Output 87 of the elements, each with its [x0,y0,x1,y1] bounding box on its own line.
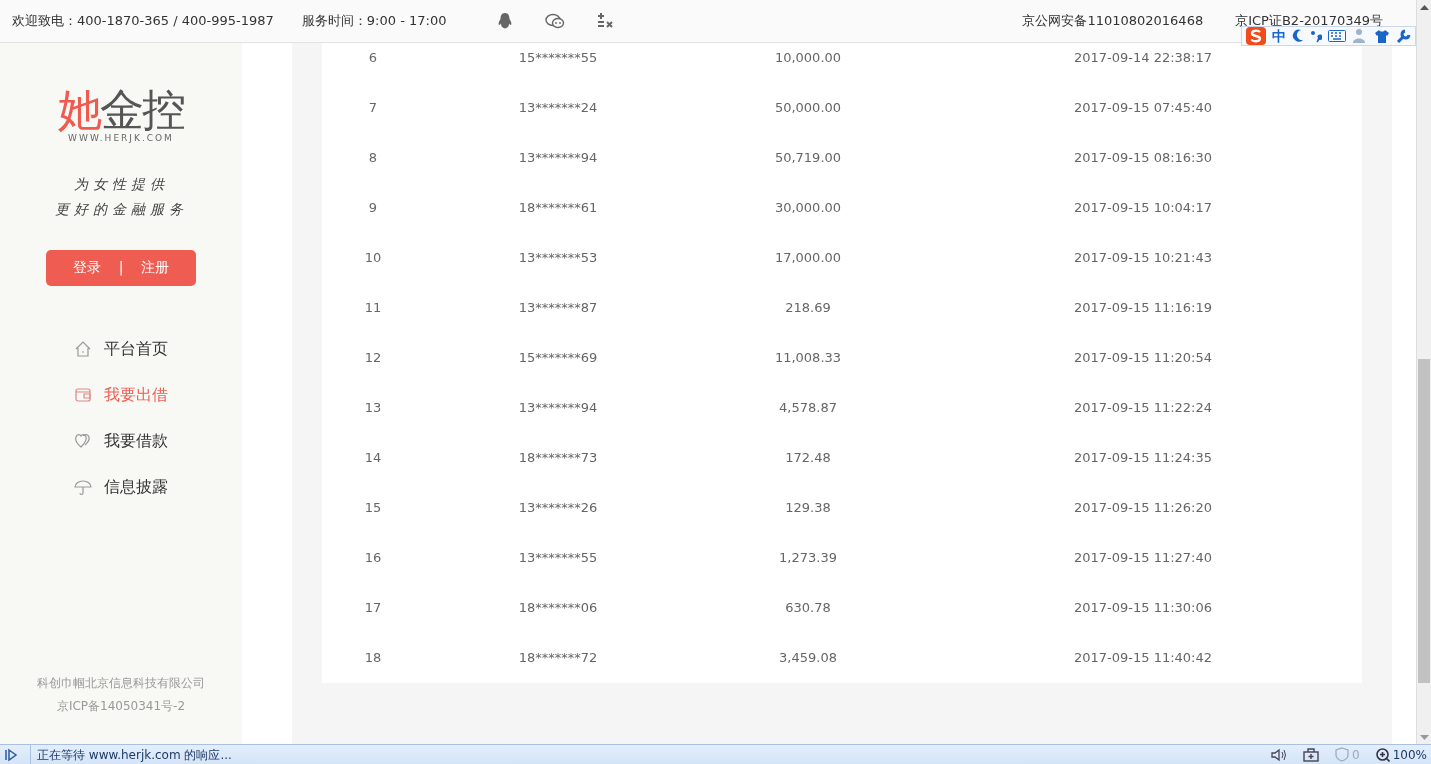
scrollbar[interactable] [1416,0,1431,744]
table-cell-text: 3,459.08 [778,649,838,668]
chat-bubbles-icon[interactable] [545,13,566,29]
hotline-text: 欢迎致电：400-1870-365 / 400-995-1987 [12,12,274,31]
keyboard-icon[interactable] [1328,30,1346,42]
record-number-text: 京公网安备11010802016468 [1022,12,1204,31]
nav-icon [74,477,92,496]
status-message: 正在等待 www.herjk.com 的响应... [37,746,232,764]
table-cell-text: 8 [367,149,379,168]
table-cell-text: 18*******73 [517,449,599,468]
table-cell-text: 2017-09-15 11:26:20 [1072,499,1214,518]
nav-icon [74,339,92,358]
table-cell-text: 18*******61 [517,199,599,218]
table-cell-text: 2017-09-15 10:04:17 [1072,199,1214,218]
table-cell-text: 18 [363,649,383,668]
table-cell-text: 13 [363,399,383,418]
zoom-icon[interactable] [1375,747,1390,762]
moon-icon[interactable] [1292,29,1304,43]
table-cell-text: 17 [363,599,383,618]
table-cell-text: 7 [367,99,379,118]
slogan-text: 为女性提供 [73,174,169,194]
service-hours-text: 服务时间：9:00 - 17:00 [301,12,447,31]
table-cell-text: 2017-09-15 11:20:54 [1072,349,1214,368]
toolbox-icon[interactable] [1303,747,1320,762]
nav-item[interactable]: 我要借款 [74,417,168,464]
table-cell-text: 6 [367,49,379,68]
table-cell-text: 2017-09-15 10:21:43 [1072,249,1214,268]
table-cell-text: 10,000.00 [773,49,843,68]
ime-logo-icon[interactable] [1246,27,1266,45]
table-cell-text: 630.78 [784,599,832,618]
table-cell-text: 1,273.39 [778,549,838,568]
table-cell-text: 16 [363,549,383,568]
table-cell-text: 13*******94 [517,399,599,418]
table-cell-text: 2017-09-15 11:24:35 [1072,449,1214,468]
table-cell-text: 11,008.33 [773,349,843,368]
table-cell-text: 129.38 [784,499,832,518]
table-cell-text: 13*******26 [517,499,599,518]
logo-text: 她金控 [58,88,184,132]
table-cell-text: 2017-09-15 11:16:19 [1072,299,1214,318]
table-cell-text: 15*******55 [517,49,599,68]
ad-count-text: 0 [1352,746,1360,764]
footer-text: 科创巾帼北京信息科技有限公司 [37,675,205,692]
punctuation-icon[interactable] [1310,29,1322,43]
table-cell-text: 50,000.00 [773,99,843,118]
nav-icon [74,431,92,450]
table-cell-text: 2017-09-15 11:22:24 [1072,399,1214,418]
table-cell-text: 10 [363,249,383,268]
table-cell-text: 2017-09-15 08:16:30 [1072,149,1214,168]
table-cell-text: 2017-09-14 22:38:17 [1072,49,1214,68]
table-cell-text: 2017-09-15 11:27:40 [1072,549,1214,568]
calculator-icon[interactable] [596,12,615,30]
footer-text: 京ICP备14050341号-2 [55,698,187,715]
table-cell-text: 14 [363,449,383,468]
table-cell-text: 12 [363,349,383,368]
table-cell-text: 4,578.87 [778,399,838,418]
nav-item[interactable]: 平台首页 [74,325,168,372]
zoom-level-text[interactable]: 100% [1392,745,1427,764]
play-icon[interactable] [4,747,18,762]
table-cell-text: 18*******72 [517,649,599,668]
table-cell-text: 13*******53 [517,249,599,268]
table-cell-text: 17,000.00 [773,249,843,268]
table-cell-text: 13*******24 [517,99,599,118]
separator-text: | [118,258,124,278]
table-cell-text: 2017-09-15 07:45:40 [1072,99,1214,118]
table-cell-text: 2017-09-15 11:30:06 [1072,599,1214,618]
table-cell-text: 15 [363,499,383,518]
table-cell-text: 30,000.00 [773,199,843,218]
table-cell-text: 15*******69 [517,349,599,368]
table-cell-text: 13*******87 [517,299,599,318]
ime-mode-button[interactable]: 中 [1272,25,1286,47]
slogan-text: 更好的金融服务 [54,199,188,219]
shirt-icon[interactable] [1374,28,1390,44]
table-cell-text: 18*******06 [517,599,599,618]
nav-item[interactable]: 信息披露 [74,463,168,510]
table-cell-text: 13*******55 [517,549,599,568]
table-cell-text: 13*******94 [517,149,599,168]
table-cell-text: 2017-09-15 11:40:42 [1072,649,1214,668]
table-cell-text: 11 [363,299,383,318]
nav-icon [74,385,92,404]
table-cell-text: 218.69 [784,299,832,318]
table-cell-text: 50,719.00 [773,149,843,168]
speaker-icon[interactable] [1271,747,1288,762]
logo-url-text: WWW.HERJK.COM [68,132,174,145]
scroll-thumb[interactable] [1418,359,1430,683]
wrench-icon[interactable] [1396,28,1411,44]
table-cell-text: 9 [367,199,379,218]
table-cell-text: 172.48 [784,449,832,468]
